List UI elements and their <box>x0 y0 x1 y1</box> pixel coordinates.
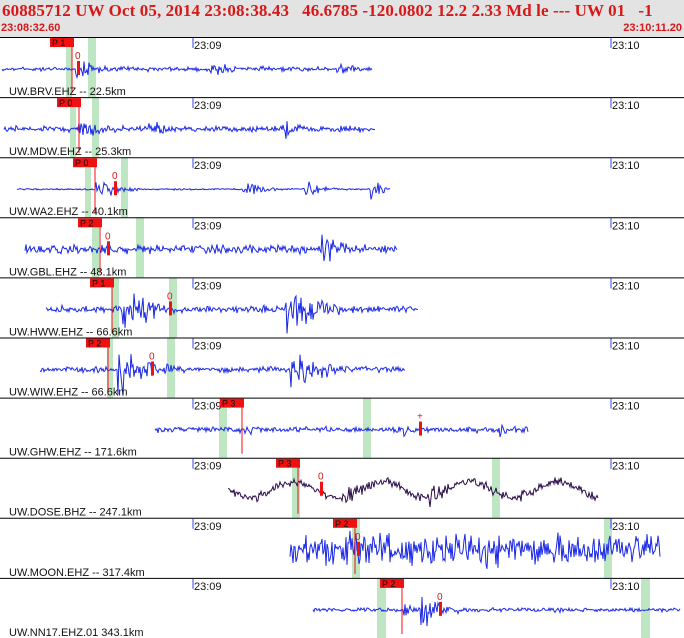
phase-mark: 0 <box>437 592 443 603</box>
minute-label: 23:09 <box>194 160 222 172</box>
pick-label: P 0 <box>59 98 72 108</box>
phase-mark-bar <box>320 481 323 496</box>
pick-label: P 2 <box>382 579 395 589</box>
minute-label: 23:09 <box>194 40 222 52</box>
pick-label: P 1 <box>52 38 65 48</box>
waveform <box>1 61 373 80</box>
minute-label: 23:10 <box>612 341 640 353</box>
minute-label: 23:09 <box>194 461 222 473</box>
pick-label: P 3 <box>222 399 235 409</box>
minute-label: 23:09 <box>194 100 222 112</box>
phase-mark: 0 <box>149 352 155 363</box>
waveform <box>312 596 681 627</box>
waveform <box>16 180 391 200</box>
pick-label: P 3 <box>278 459 291 469</box>
waveform <box>24 234 398 262</box>
station-label: UW.WA2.EHZ -- 40.1km <box>9 206 128 218</box>
phase-mark: 0 <box>112 171 118 182</box>
minute-label: 23:09 <box>194 341 222 353</box>
trace-panel: 23:09 23:10 P 1 0 UW.HWW.EHZ -- 66.6km <box>0 277 684 338</box>
pick-label: P 0 <box>75 158 88 168</box>
window-band <box>641 577 650 638</box>
station-label: UW.MDW.EHZ -- 25.3km <box>9 146 131 158</box>
waveform <box>154 423 529 438</box>
phase-mark-bar <box>357 541 360 556</box>
minute-label: 23:09 <box>194 581 222 593</box>
station-label: UW.NN17.EHZ.01 343.1km <box>9 627 144 638</box>
event-title: 60885712 UW Oct 05, 2014 23:08:38.43 46.… <box>2 1 653 20</box>
trace-panel: 23:09 23:10 P 2 0 UW.NN17.EHZ.01 343.1km <box>0 577 684 638</box>
minute-label: 23:10 <box>612 581 640 593</box>
window-band <box>363 397 371 458</box>
window-band <box>492 457 500 518</box>
phase-mark: 0 <box>355 532 361 543</box>
phase-mark: 0 <box>318 472 324 483</box>
minute-label: 23:09 <box>194 280 222 292</box>
end-time: 23:10:11.20 <box>623 22 682 34</box>
seismogram-panels: 23:09 23:10P 10UW.BRV.EHZ -- 22.5km23:09 2… <box>0 37 684 638</box>
minute-label: 23:10 <box>612 40 640 52</box>
trace-panel: 23:09 23:10 P 2 0 UW.GBL.EHZ -- 48.1km <box>0 217 684 278</box>
trace-panel: 23:09 23:10 P 2 0 UW.MOON.EHZ -- 317.4km <box>0 517 684 579</box>
phase-mark: 0 <box>105 231 111 242</box>
minute-label: 23:09 <box>194 401 222 413</box>
trace-panel: 23:09 23:10 P 1 0 UW.BRV.EHZ -- 22.5km <box>0 37 684 98</box>
minute-label: 23:10 <box>612 461 640 473</box>
pick-label: P 2 <box>88 339 101 349</box>
phase-mark-bar <box>77 61 80 75</box>
phase-mark-bar <box>169 301 172 316</box>
phase-mark: 0 <box>75 51 81 62</box>
phase-mark-bar <box>419 421 422 436</box>
station-label: UW.GHW.EHZ -- 171.6km <box>9 447 137 459</box>
station-label: UW.MOON.EHZ -- 317.4km <box>9 567 145 579</box>
station-label: UW.BRV.EHZ -- 22.5km <box>9 86 126 98</box>
station-label: UW.HWW.EHZ -- 66.6km <box>9 326 132 338</box>
minute-label: 23:10 <box>612 160 640 172</box>
minute-label: 23:09 <box>194 220 222 232</box>
phase-mark-bar <box>439 601 442 616</box>
pick-label: P 2 <box>335 519 348 529</box>
trace-panel: 23:09 23:10 P 0 UW.MDW.EHZ -- 25.3km <box>0 97 684 158</box>
minute-label: 23:10 <box>612 280 640 292</box>
header-bar: 60885712 UW Oct 05, 2014 23:08:38.43 46.… <box>0 0 684 37</box>
station-label: UW.WIW.EHZ -- 66.6km <box>9 387 128 399</box>
trace-panel: 23:09 23:10 P 2 0 UW.WIW.EHZ -- 66.6km <box>0 337 684 399</box>
phase-mark: 0 <box>167 291 173 302</box>
station-label: UW.GBL.EHZ -- 48.1km <box>9 266 126 278</box>
minute-label: 23:10 <box>612 521 640 533</box>
phase-mark-bar <box>151 361 154 376</box>
minute-label: 23:10 <box>612 100 640 112</box>
waveform <box>3 121 376 139</box>
waveform <box>227 476 599 508</box>
start-time: 23:08:32.60 <box>1 22 61 34</box>
phase-mark: + <box>417 412 423 423</box>
pick-label: P 1 <box>92 278 105 288</box>
minute-label: 23:09 <box>194 521 222 533</box>
phase-mark-bar <box>114 181 117 196</box>
trace-panel: 23:09 23:10 P 3 0 UW.DOSE.BHZ -- 247.1km <box>0 457 684 519</box>
trace-panel: 23:09 23:10 P 3 + UW.GHW.EHZ -- 171.6km <box>0 397 684 459</box>
station-label: UW.DOSE.BHZ -- 247.1km <box>9 507 142 519</box>
minute-label: 23:10 <box>612 401 640 413</box>
phase-mark-bar <box>107 241 110 256</box>
trace-panel: 23:09 23:10 P 0 0 UW.WA2.EHZ -- 40.1km <box>0 157 684 218</box>
minute-label: 23:10 <box>612 220 640 232</box>
pick-label: P 2 <box>80 218 93 228</box>
